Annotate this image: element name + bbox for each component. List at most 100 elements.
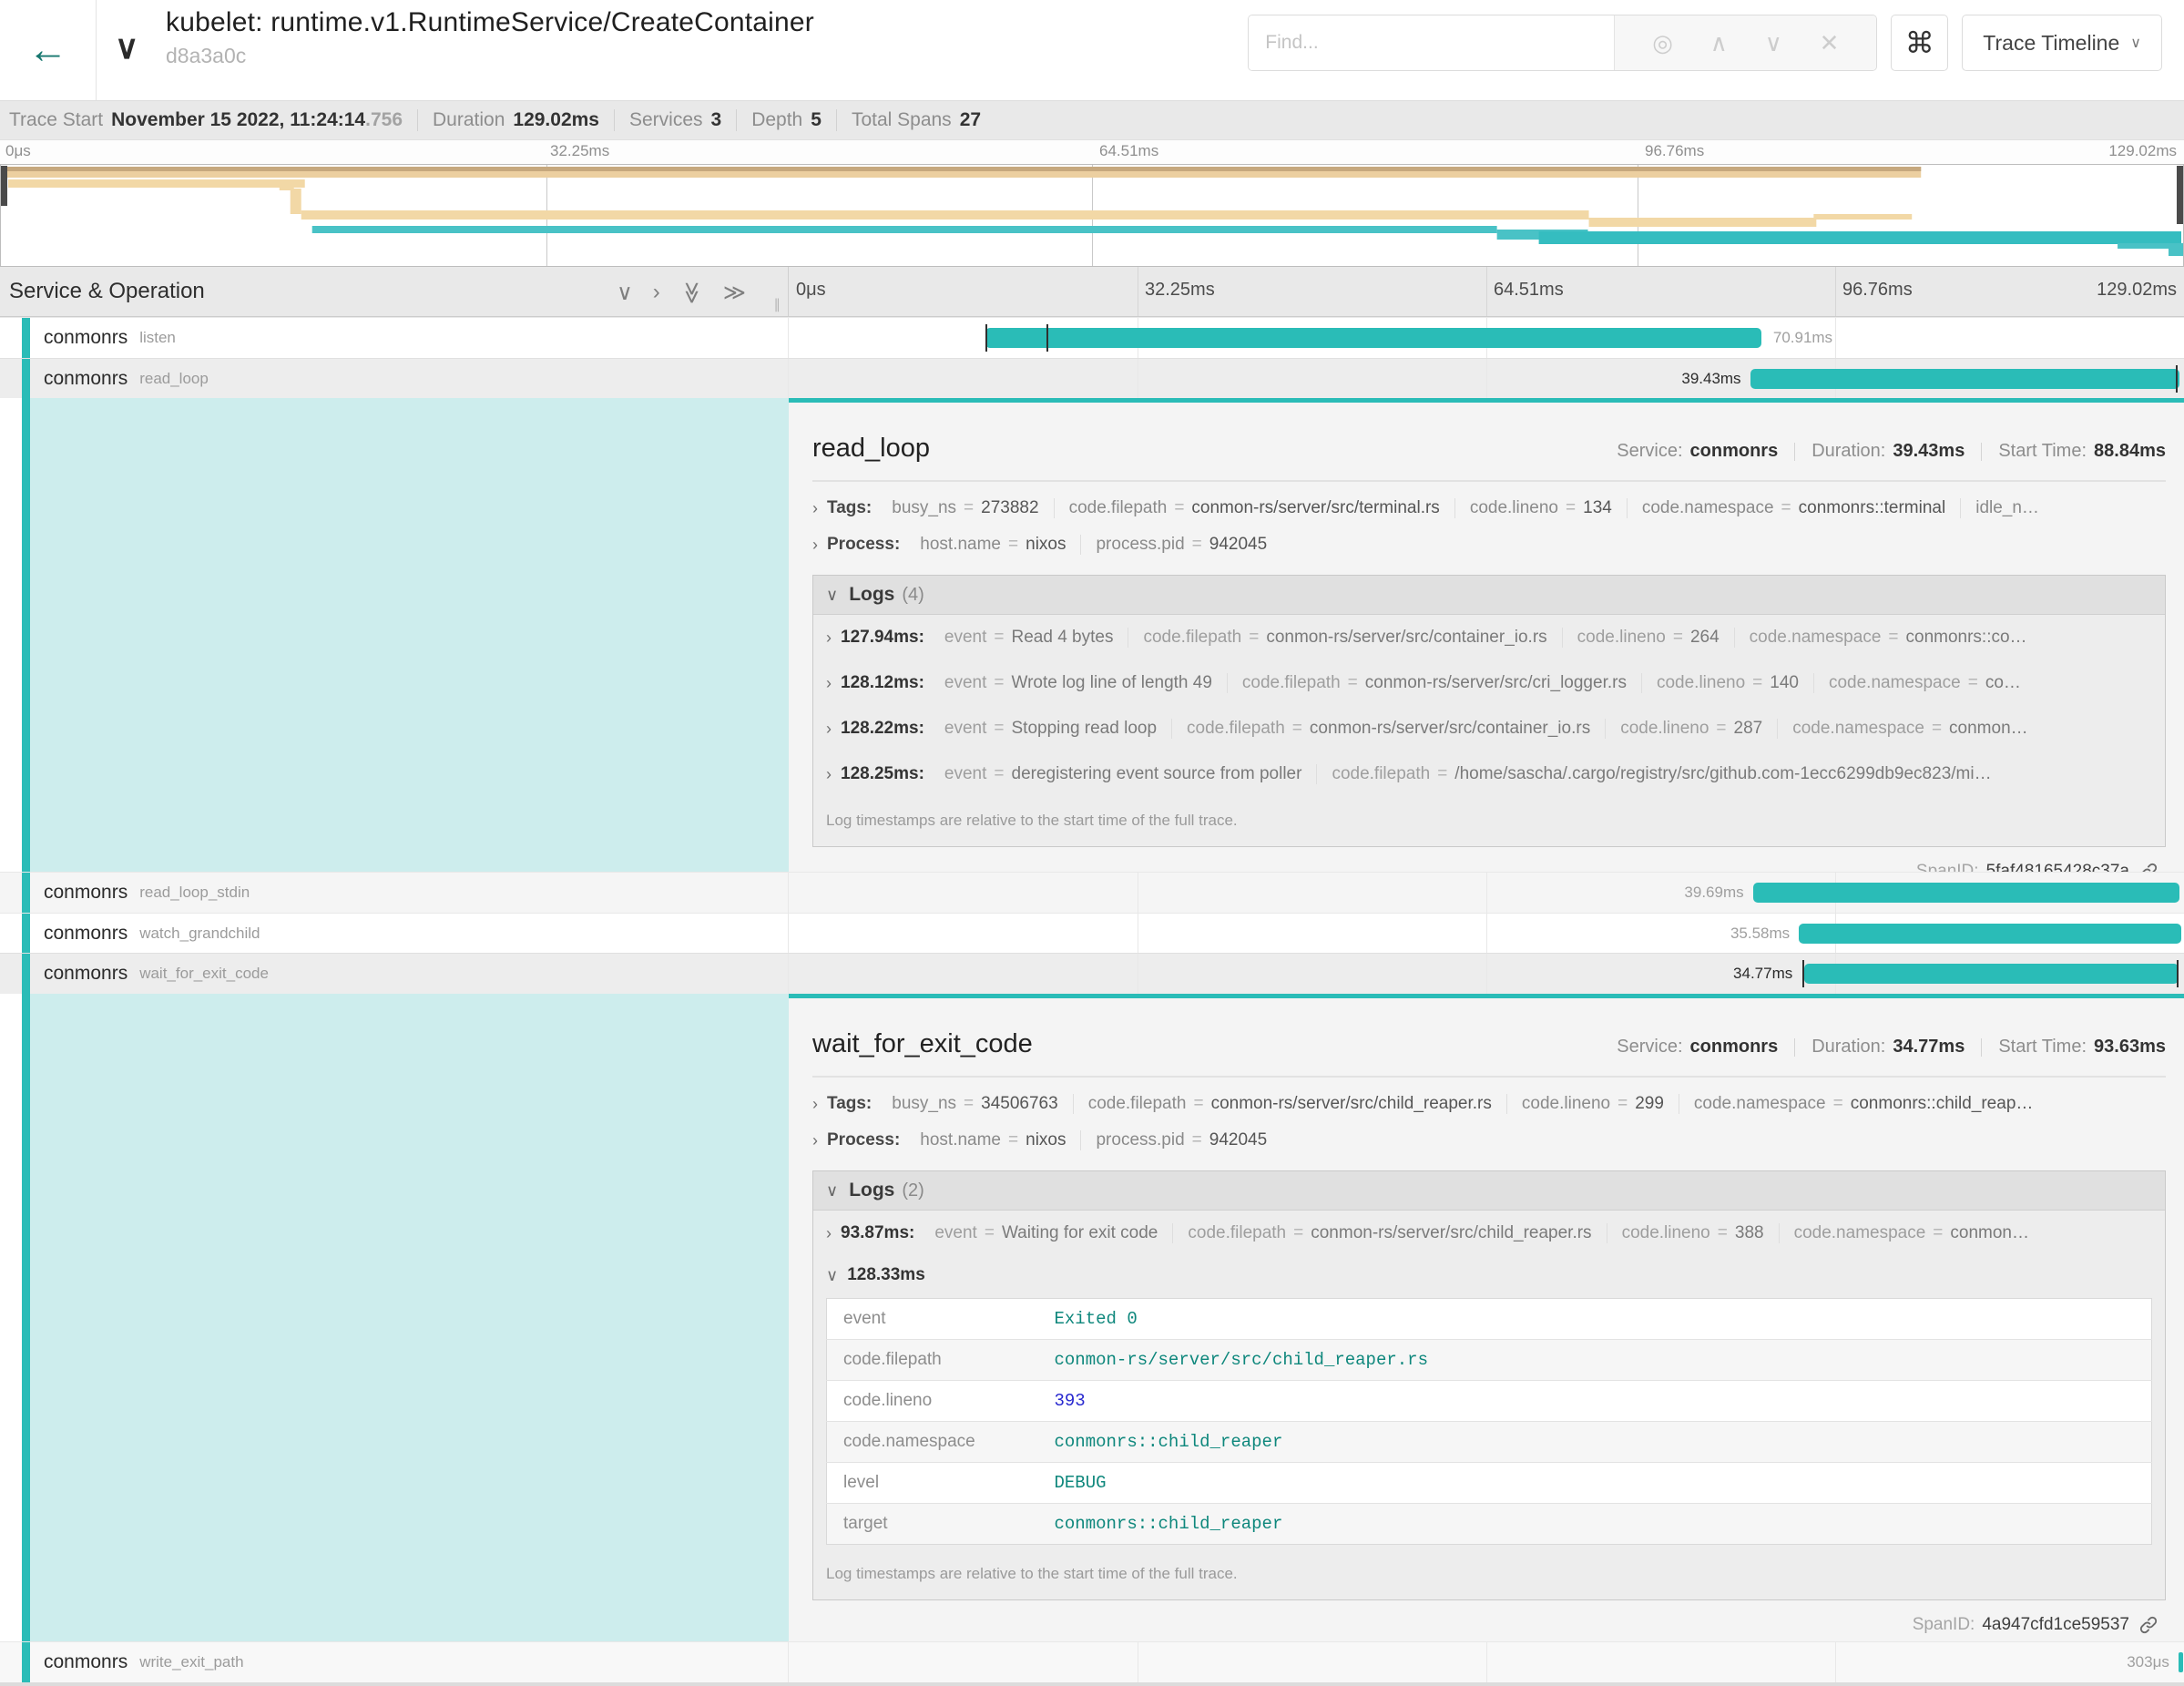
logs-section: ∨ Logs (2) › 93.87ms: event=Waiting for … bbox=[812, 1170, 2166, 1600]
service-value: conmonrs bbox=[1690, 1037, 1779, 1058]
tick-label: 64.51ms bbox=[1494, 280, 1564, 301]
span-name-cell[interactable]: conmonrs read_loop_stdin bbox=[0, 873, 789, 913]
log-field: code.filepath=conmon-rs/server/src/conta… bbox=[1128, 628, 1562, 648]
span-color-accent bbox=[22, 954, 30, 994]
log-tick bbox=[1046, 324, 1048, 352]
gridline bbox=[1486, 359, 1487, 398]
tags-row[interactable]: › Tags: busy_ns=273882 code.filepath=con… bbox=[812, 498, 2166, 518]
log-entry-expanded[interactable]: ∨ 128.33ms bbox=[813, 1256, 2165, 1294]
logs-header[interactable]: ∨ Logs (4) bbox=[813, 576, 2165, 615]
trace-start-label: Trace Start bbox=[9, 109, 103, 131]
span-bar[interactable] bbox=[2179, 1652, 2183, 1672]
gridline bbox=[1835, 1642, 1836, 1682]
span-row-wait-for-exit-code[interactable]: conmonrs wait_for_exit_code 34.77ms bbox=[0, 953, 2184, 994]
column-resize-grip[interactable]: ∥ bbox=[774, 296, 781, 312]
log-field: code.namespace=co… bbox=[1814, 673, 2036, 693]
find-input[interactable] bbox=[1249, 15, 1614, 70]
log-entry[interactable]: › 128.12ms: event=Wrote log line of leng… bbox=[813, 660, 2165, 706]
expand-all-icon[interactable]: ≫ bbox=[723, 280, 746, 306]
minimap-right-scrubber[interactable] bbox=[2177, 166, 2183, 224]
span-timeline-cell[interactable]: 39.43ms bbox=[789, 359, 2184, 398]
log-timestamp: 128.33ms bbox=[847, 1265, 925, 1285]
start-time-value: 88.84ms bbox=[2094, 441, 2166, 462]
log-field: code.namespace=conmon… bbox=[1778, 719, 2042, 739]
tag-item: code.lineno=299 bbox=[1507, 1094, 1679, 1114]
log-entry[interactable]: › 128.25ms: event=deregistering event so… bbox=[813, 751, 2165, 797]
prev-match-icon[interactable]: ∧ bbox=[1710, 31, 1728, 55]
logs-header[interactable]: ∨ Logs (2) bbox=[813, 1171, 2165, 1211]
tag-item-truncated: idle_n… bbox=[1961, 498, 2054, 518]
next-match-icon[interactable]: ∨ bbox=[1765, 31, 1782, 55]
span-color-accent bbox=[22, 318, 30, 358]
log-field: code.filepath=conmon-rs/server/src/cri_l… bbox=[1228, 673, 1642, 693]
minimap-left-scrubber[interactable] bbox=[1, 166, 7, 206]
span-timeline-cell[interactable]: 303μs bbox=[789, 1642, 2184, 1682]
keyboard-shortcuts-button[interactable]: ⌘ bbox=[1891, 15, 1948, 71]
clear-search-icon[interactable]: ✕ bbox=[1820, 31, 1840, 55]
collapse-all-icon[interactable]: ≫ bbox=[679, 281, 705, 304]
tick-label: 129.02ms bbox=[2097, 280, 2177, 301]
log-timestamp: 128.12ms: bbox=[841, 673, 924, 693]
divider bbox=[417, 109, 418, 131]
span-timeline-cell[interactable]: 70.91ms bbox=[789, 318, 2184, 358]
span-timeline-cell[interactable]: 39.69ms bbox=[789, 873, 2184, 913]
link-icon[interactable] bbox=[2138, 1615, 2158, 1635]
divider bbox=[836, 109, 837, 131]
logs-label: Logs bbox=[849, 584, 894, 606]
log-entry[interactable]: › 93.87ms: event=Waiting for exit code c… bbox=[813, 1211, 2165, 1256]
process-row[interactable]: › Process: host.name=nixos process.pid=9… bbox=[812, 1130, 2166, 1150]
collapse-one-icon[interactable]: ∨ bbox=[617, 280, 633, 306]
span-row-watch-grandchild[interactable]: conmonrs watch_grandchild 35.58ms bbox=[0, 913, 2184, 953]
span-bar[interactable] bbox=[985, 328, 1761, 348]
span-operation: read_loop bbox=[139, 370, 209, 388]
view-selector-button[interactable]: Trace Timeline ∨ bbox=[1962, 15, 2162, 71]
span-timeline-cell[interactable]: 35.58ms bbox=[789, 914, 2184, 953]
chevron-right-icon: › bbox=[826, 628, 832, 648]
span-timeline-cell[interactable]: 34.77ms bbox=[789, 954, 2184, 994]
span-bar[interactable] bbox=[1753, 883, 2180, 903]
locate-icon[interactable]: ◎ bbox=[1652, 31, 1673, 55]
gridline bbox=[1486, 267, 1487, 316]
link-icon[interactable] bbox=[2138, 862, 2158, 872]
process-item: host.name=nixos bbox=[905, 1130, 1081, 1150]
divider bbox=[614, 109, 615, 131]
span-row-read-loop-stdin[interactable]: conmonrs read_loop_stdin 39.69ms bbox=[0, 872, 2184, 913]
tags-row[interactable]: › Tags: busy_ns=34506763 code.filepath=c… bbox=[812, 1094, 2166, 1114]
span-row-listen[interactable]: conmonrs listen 70.91ms bbox=[0, 317, 2184, 358]
tick-label: 32.25ms bbox=[1145, 280, 1215, 301]
gridline bbox=[1486, 914, 1487, 953]
bottom-divider bbox=[0, 1682, 2184, 1686]
minimap-canvas bbox=[1, 165, 2183, 266]
collapse-trace-icon[interactable]: ∨ bbox=[115, 31, 138, 64]
span-bar[interactable] bbox=[1804, 964, 2179, 984]
process-label: Process: bbox=[827, 1130, 900, 1150]
span-bar[interactable] bbox=[1750, 369, 2180, 389]
log-entry[interactable]: › 128.22ms: event=Stopping read loop cod… bbox=[813, 706, 2165, 751]
chevron-down-icon: ∨ bbox=[2130, 34, 2141, 52]
span-duration-label: 70.91ms bbox=[1773, 328, 1832, 348]
span-color-accent bbox=[22, 359, 30, 398]
expand-one-icon[interactable]: › bbox=[653, 280, 660, 306]
log-timestamp: 93.87ms: bbox=[841, 1223, 914, 1243]
span-name-cell[interactable]: conmonrs read_loop bbox=[0, 359, 789, 398]
span-detail-body: read_loop Service: conmonrs Duration: 39… bbox=[789, 398, 2184, 872]
chevron-right-icon: › bbox=[826, 1224, 832, 1243]
tag-item: code.namespace=conmonrs::child_reap… bbox=[1679, 1094, 2047, 1114]
process-row[interactable]: › Process: host.name=nixos process.pid=9… bbox=[812, 535, 2166, 555]
span-name-cell[interactable]: conmonrs watch_grandchild bbox=[0, 914, 789, 953]
span-name-cell[interactable]: conmonrs write_exit_path bbox=[0, 1642, 789, 1682]
span-row-write-exit-path[interactable]: conmonrs write_exit_path 303μs bbox=[0, 1641, 2184, 1682]
span-name-cell[interactable]: conmonrs listen bbox=[0, 318, 789, 358]
tick-label: 0μs bbox=[796, 280, 826, 301]
span-id-value: 5faf48165428c37a bbox=[1986, 862, 2129, 872]
span-bar[interactable] bbox=[1799, 924, 2181, 944]
log-timestamp: 128.22ms: bbox=[841, 719, 924, 739]
trace-minimap[interactable] bbox=[0, 164, 2184, 267]
back-button[interactable]: ← bbox=[0, 0, 97, 100]
service-operation-title: Service & Operation bbox=[9, 279, 205, 304]
span-row-read-loop[interactable]: conmonrs read_loop 39.43ms bbox=[0, 358, 2184, 398]
span-name-cell[interactable]: conmonrs wait_for_exit_code bbox=[0, 954, 789, 994]
duration-label: Duration: bbox=[1811, 1037, 1885, 1058]
log-entry[interactable]: › 127.94ms: event=Read 4 bytes code.file… bbox=[813, 615, 2165, 660]
chevron-down-icon: ∨ bbox=[826, 1266, 838, 1285]
